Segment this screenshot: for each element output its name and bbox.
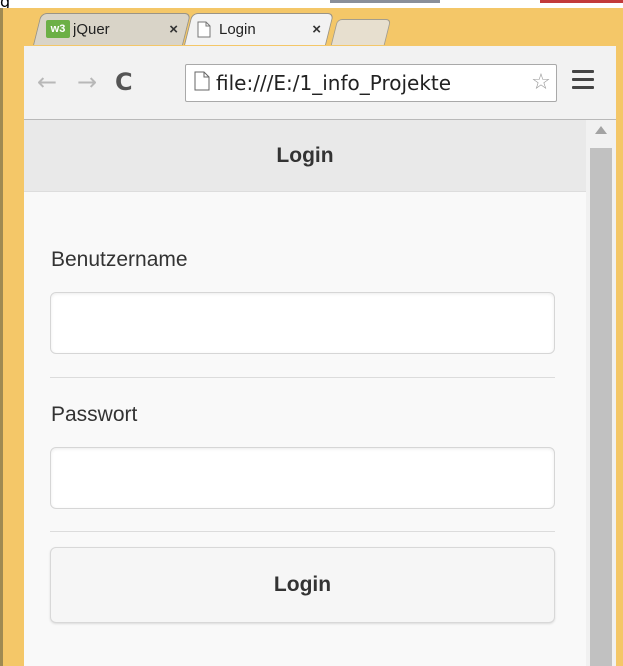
back-arrow-icon[interactable]: ← — [37, 68, 57, 96]
page-viewport: Login Benutzername Passwort Login — [24, 120, 586, 666]
divider — [50, 377, 555, 378]
scroll-up-icon[interactable] — [595, 126, 607, 134]
window-edge — [616, 8, 623, 666]
address-bar[interactable]: file:///E:/1_info_Projekte ☆ — [185, 64, 557, 102]
new-tab-button[interactable] — [330, 19, 392, 45]
tab-label: Login — [219, 20, 256, 38]
page-icon — [197, 21, 211, 38]
tab-label: jQuer — [73, 20, 110, 38]
page-icon — [194, 71, 210, 95]
reload-icon[interactable]: C — [115, 68, 133, 96]
close-tab-icon[interactable]: × — [312, 21, 321, 38]
password-label: Passwort — [51, 403, 138, 426]
login-button-label: Login — [273, 573, 332, 596]
tab-jquery[interactable]: w3 jQuer × — [46, 13, 178, 45]
menu-icon[interactable] — [572, 70, 594, 94]
divider — [50, 531, 555, 532]
top-border-segment — [330, 0, 440, 3]
page-title: Login — [276, 143, 334, 167]
w3schools-icon: w3 — [46, 20, 70, 38]
username-input[interactable] — [50, 292, 555, 354]
bookmark-star-icon[interactable]: ☆ — [526, 69, 556, 97]
scroll-thumb[interactable] — [590, 148, 612, 666]
username-label: Benutzername — [51, 248, 188, 271]
screen-top-strip: g — [0, 0, 623, 11]
vertical-scrollbar[interactable] — [586, 120, 616, 666]
url-text[interactable]: file:///E:/1_info_Projekte — [216, 71, 556, 95]
tab-login[interactable]: Login × — [197, 13, 321, 45]
browser-toolbar: ← → C file:///E:/1_info_Projekte ☆ — [24, 46, 616, 120]
top-border-segment-red — [540, 0, 623, 3]
login-button[interactable]: Login — [50, 547, 555, 623]
close-tab-icon[interactable]: × — [169, 21, 178, 38]
forward-arrow-icon[interactable]: → — [77, 68, 97, 96]
page-header: Login — [24, 120, 586, 192]
password-input[interactable] — [50, 447, 555, 509]
